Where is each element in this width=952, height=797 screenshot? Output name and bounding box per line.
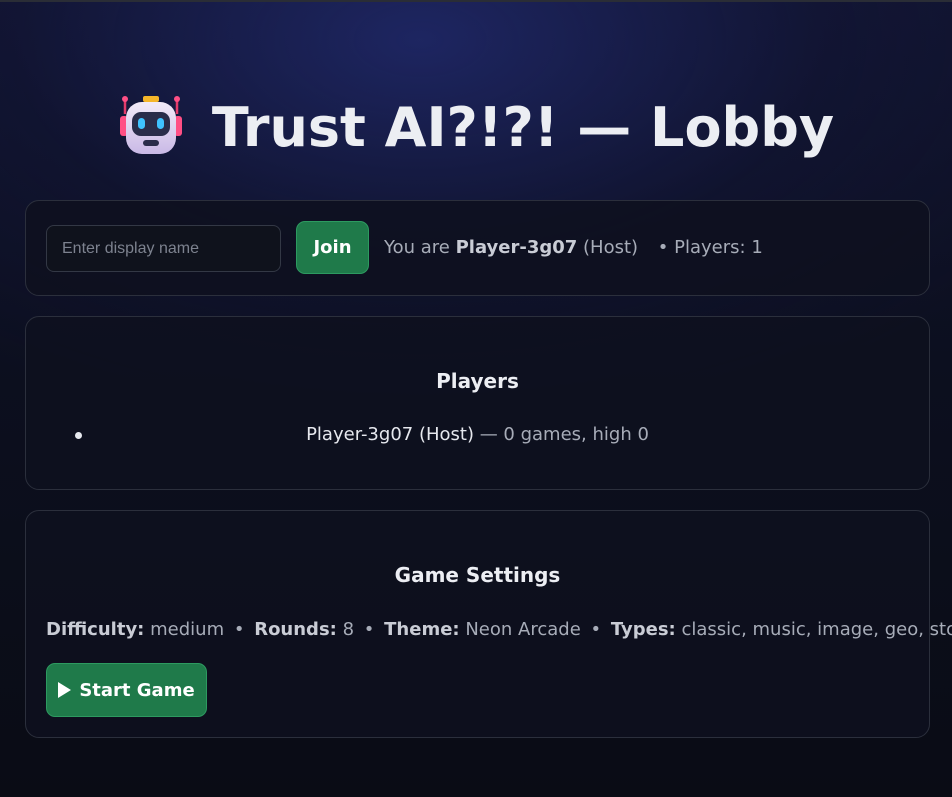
start-game-label: Start Game xyxy=(79,679,195,701)
separator: • xyxy=(233,619,245,640)
separator: • xyxy=(590,619,602,640)
difficulty-value: medium xyxy=(150,619,225,640)
theme-value: Neon Arcade xyxy=(465,619,581,640)
current-player-role: (Host) xyxy=(583,237,639,258)
types-label: Types: xyxy=(610,619,676,640)
theme-label: Theme: xyxy=(384,619,460,640)
rounds-value: 8 xyxy=(342,619,355,640)
join-button[interactable]: Join xyxy=(296,221,369,274)
settings-heading: Game Settings xyxy=(394,563,561,587)
page-header: Trust AI?!?! — Lobby xyxy=(0,82,952,172)
play-icon xyxy=(58,682,72,698)
display-name-input[interactable] xyxy=(46,225,281,272)
settings-summary: Difficulty: medium • Rounds: 8 • Theme: … xyxy=(46,619,952,640)
page-title: Trust AI?!?! — Lobby xyxy=(211,95,835,159)
players-count: • Players: 1 xyxy=(657,237,763,258)
player-stats: — 0 games, high 0 xyxy=(479,424,649,445)
join-panel: Join You are Player-3g07 (Host) • Player… xyxy=(25,200,930,296)
separator: • xyxy=(363,619,375,640)
player-name: Player-3g07 (Host) xyxy=(306,424,474,445)
players-panel: Players Player-3g07 (Host) — 0 games, hi… xyxy=(25,316,930,490)
rounds-label: Rounds: xyxy=(254,619,337,640)
list-item: Player-3g07 (Host) — 0 games, high 0 xyxy=(26,424,929,445)
status-prefix: You are xyxy=(384,237,450,258)
start-game-button[interactable]: Start Game xyxy=(46,663,207,717)
current-player-name: Player-3g07 xyxy=(455,237,578,258)
game-settings-panel: Game Settings Difficulty: medium • Round… xyxy=(25,510,952,738)
robot-icon xyxy=(118,94,184,160)
players-heading: Players xyxy=(436,369,519,393)
player-status: You are Player-3g07 (Host) • Players: 1 xyxy=(384,237,763,258)
types-value: classic, music, image, geo, stocks xyxy=(681,619,952,640)
difficulty-label: Difficulty: xyxy=(46,619,145,640)
